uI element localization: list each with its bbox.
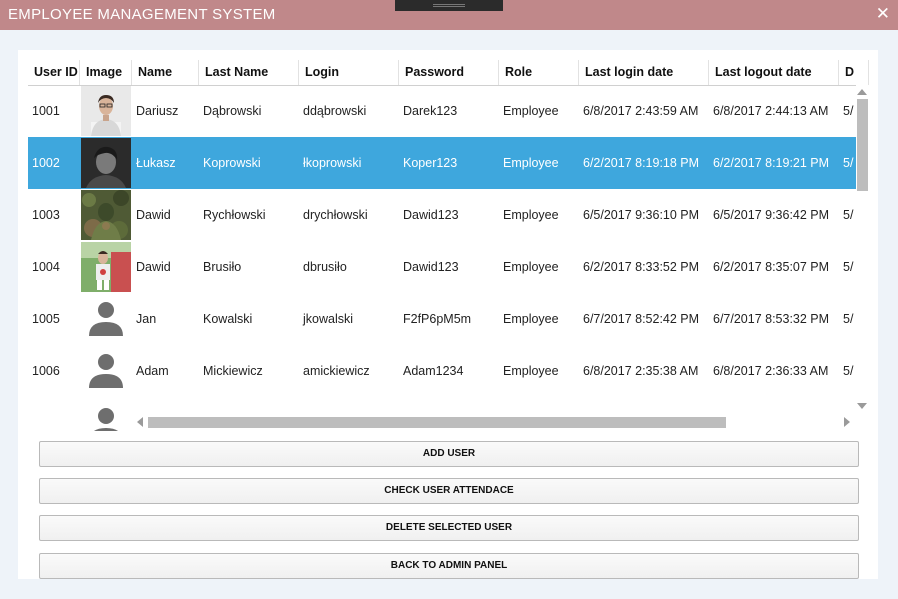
cell-user-id: 1005 bbox=[32, 312, 60, 326]
cell-last-name: Kowalski bbox=[203, 312, 253, 326]
scroll-left-icon[interactable] bbox=[137, 417, 143, 427]
check-user-attendance-button[interactable]: CHECK USER ATTENDACE bbox=[39, 478, 859, 504]
table-row[interactable]: 1004 Dawid Brusiło dbrusiło Dawid123 Employee… bbox=[28, 241, 856, 293]
window-drag-handle[interactable] bbox=[395, 0, 503, 11]
cell-d: 5/ bbox=[843, 312, 854, 326]
cell-d: 5/ bbox=[843, 260, 854, 274]
cell-login: amickiewicz bbox=[303, 364, 370, 378]
table-row[interactable]: 1006 Adam Mickiewicz amickiewicz Adam1234 Emp… bbox=[28, 345, 856, 397]
cell-last-logout-date: 6/2/2017 8:35:07 PM bbox=[713, 260, 830, 274]
cell-last-logout-date: 6/7/2017 8:53:32 PM bbox=[713, 312, 830, 326]
cell-d: 5/ bbox=[843, 156, 854, 170]
grid-header: User ID Image Name Last Name Login Passw… bbox=[28, 60, 869, 86]
cell-user-id: 1003 bbox=[32, 208, 60, 222]
delete-selected-user-button[interactable]: DELETE SELECTED USER bbox=[39, 515, 859, 541]
user-placeholder-icon bbox=[81, 294, 131, 344]
cell-last-logout-date: 6/8/2017 2:36:33 AM bbox=[713, 364, 829, 378]
cell-password: Darek123 bbox=[403, 104, 458, 118]
back-to-admin-panel-button[interactable]: BACK TO ADMIN PANEL bbox=[39, 553, 859, 579]
cell-user-id: 1002 bbox=[32, 156, 60, 170]
table-row[interactable]: 1005 Jan Kowalski jkowalski F2fP6pM5m Employe… bbox=[28, 293, 856, 345]
table-row[interactable]: 1002 Łukasz Koprowski łkoprowski Koper123 Emp… bbox=[28, 137, 856, 189]
horizontal-scroll-thumb[interactable] bbox=[148, 417, 726, 428]
cell-password: Adam1234 bbox=[403, 364, 464, 378]
close-icon[interactable]: ✕ bbox=[876, 5, 890, 23]
column-header-user-id[interactable]: User ID bbox=[28, 60, 80, 85]
user-photo bbox=[81, 242, 131, 292]
cell-password: Dawid123 bbox=[403, 208, 459, 222]
cell-user-id: 1004 bbox=[32, 260, 60, 274]
cell-d: 5/ bbox=[843, 208, 854, 222]
horizontal-scrollbar[interactable] bbox=[28, 416, 856, 430]
cell-login: dbrusiło bbox=[303, 260, 347, 274]
cell-user-id: 1001 bbox=[32, 104, 60, 118]
cell-last-logout-date: 6/2/2017 8:19:21 PM bbox=[713, 156, 830, 170]
title-bar: EMPLOYEE MANAGEMENT SYSTEM ✕ bbox=[0, 0, 898, 30]
cell-role: Employee bbox=[503, 156, 559, 170]
cell-d: 5/ bbox=[843, 104, 854, 118]
cell-last-login-date: 6/2/2017 8:33:52 PM bbox=[583, 260, 700, 274]
cell-login: drychłowski bbox=[303, 208, 368, 222]
scroll-down-icon[interactable] bbox=[857, 403, 867, 409]
cell-login: jkowalski bbox=[303, 312, 354, 326]
cell-d: 5/ bbox=[843, 364, 854, 378]
cell-name: Dariusz bbox=[136, 104, 179, 118]
cell-last-login-date: 6/5/2017 9:36:10 PM bbox=[583, 208, 700, 222]
column-header-last-logout-date[interactable]: Last logout date bbox=[709, 60, 839, 85]
cell-name: Jan bbox=[136, 312, 157, 326]
user-photo bbox=[81, 190, 131, 240]
scroll-right-icon[interactable] bbox=[844, 417, 850, 427]
cell-password: Koper123 bbox=[403, 156, 458, 170]
column-header-password[interactable]: Password bbox=[399, 60, 499, 85]
user-photo bbox=[81, 138, 131, 188]
cell-last-name: Koprowski bbox=[203, 156, 261, 170]
vertical-scroll-thumb[interactable] bbox=[857, 99, 868, 191]
cell-last-login-date: 6/7/2017 8:52:42 PM bbox=[583, 312, 700, 326]
cell-role: Employee bbox=[503, 104, 559, 118]
users-grid[interactable]: User ID Image Name Last Name Login Passw… bbox=[28, 60, 869, 431]
table-row[interactable]: 1001 Dariusz Dąbrowski ddąbrowski Darek123 Em… bbox=[28, 85, 856, 137]
column-header-last-login-date[interactable]: Last login date bbox=[579, 60, 709, 85]
cell-role: Employee bbox=[503, 364, 559, 378]
cell-last-logout-date: 6/8/2017 2:44:13 AM bbox=[713, 104, 829, 118]
column-header-last-name[interactable]: Last Name bbox=[199, 60, 299, 85]
cell-last-name: Mickiewicz bbox=[203, 364, 263, 378]
add-user-button[interactable]: ADD USER bbox=[39, 441, 859, 467]
cell-user-id: 1006 bbox=[32, 364, 60, 378]
cell-name: Dawid bbox=[136, 208, 171, 222]
cell-last-login-date: 6/8/2017 2:35:38 AM bbox=[583, 364, 699, 378]
cell-last-login-date: 6/8/2017 2:43:59 AM bbox=[583, 104, 699, 118]
column-header-image[interactable]: Image bbox=[80, 60, 132, 85]
column-header-d[interactable]: D bbox=[839, 60, 869, 85]
cell-last-name: Brusiło bbox=[203, 260, 242, 274]
cell-last-logout-date: 6/5/2017 9:36:42 PM bbox=[713, 208, 830, 222]
cell-password: Dawid123 bbox=[403, 260, 459, 274]
cell-role: Employee bbox=[503, 312, 559, 326]
user-placeholder-icon bbox=[81, 346, 131, 396]
vertical-scrollbar[interactable] bbox=[856, 85, 869, 431]
cell-last-name: Dąbrowski bbox=[203, 104, 262, 118]
cell-login: łkoprowski bbox=[303, 156, 362, 170]
cell-name: Dawid bbox=[136, 260, 171, 274]
table-row[interactable]: 1003 Dawid Rychłowski drychłowski Dawid123 Em… bbox=[28, 189, 856, 241]
scroll-up-icon[interactable] bbox=[857, 89, 867, 95]
cell-name: Adam bbox=[136, 364, 169, 378]
window-title: EMPLOYEE MANAGEMENT SYSTEM bbox=[8, 6, 276, 23]
cell-last-login-date: 6/2/2017 8:19:18 PM bbox=[583, 156, 700, 170]
cell-password: F2fP6pM5m bbox=[403, 312, 472, 326]
cell-login: ddąbrowski bbox=[303, 104, 367, 118]
cell-name: Łukasz bbox=[136, 156, 176, 170]
column-header-role[interactable]: Role bbox=[499, 60, 579, 85]
cell-last-name: Rychłowski bbox=[203, 208, 266, 222]
cell-role: Employee bbox=[503, 260, 559, 274]
user-photo bbox=[81, 86, 131, 136]
column-header-name[interactable]: Name bbox=[132, 60, 199, 85]
column-header-login[interactable]: Login bbox=[299, 60, 399, 85]
cell-role: Employee bbox=[503, 208, 559, 222]
